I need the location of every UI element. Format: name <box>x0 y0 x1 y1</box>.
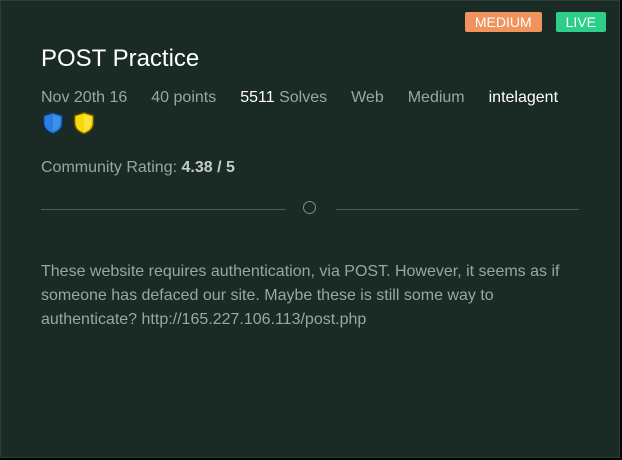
difficulty-badge: MEDIUM <box>464 12 542 32</box>
challenge-solves: 5511 Solves <box>240 88 327 108</box>
yellow-shield-icon <box>73 111 95 135</box>
community-rating: Community Rating: 4.38 / 5 <box>41 158 235 178</box>
divider-right <box>336 209 579 210</box>
solves-label: Solves <box>279 89 328 106</box>
challenge-date: Nov 20th 16 <box>41 89 128 106</box>
blue-shield-icon <box>42 111 64 135</box>
rating-value: 4.38 / 5 <box>181 159 235 176</box>
divider-left <box>41 209 286 210</box>
badge-group: MEDIUM LIVE <box>464 12 606 32</box>
challenge-meta: Nov 20th 16 40 points 5511 Solves Web Me… <box>41 88 558 108</box>
challenge-category: Web <box>351 89 384 106</box>
challenge-title: POST Practice <box>41 45 200 72</box>
challenge-difficulty: Medium <box>407 89 465 106</box>
challenge-description: These website requires authentication, v… <box>41 263 560 328</box>
divider-circle-icon <box>303 201 316 214</box>
author-badges <box>42 111 95 135</box>
rating-label: Community Rating: <box>41 159 178 176</box>
status-badge: LIVE <box>555 12 606 32</box>
author-link[interactable]: intelagent <box>489 88 558 108</box>
challenge-card: MEDIUM LIVE POST Practice Nov 20th 16 40… <box>0 0 620 458</box>
solves-count: 5511 <box>240 89 275 106</box>
challenge-points: 40 points <box>151 89 217 106</box>
